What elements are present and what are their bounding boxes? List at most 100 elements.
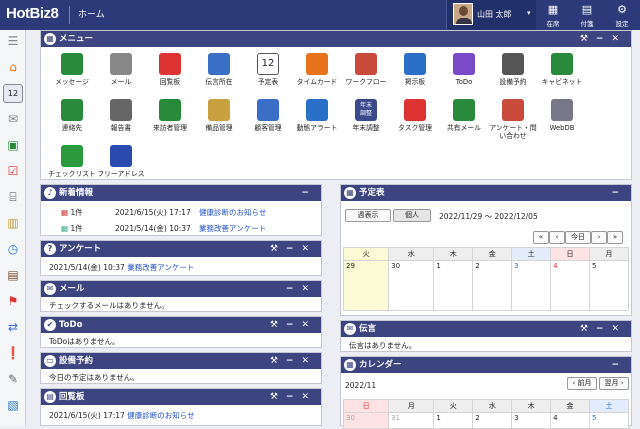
menu-item[interactable]: 掲示板 <box>388 53 442 86</box>
next-week-button[interactable]: » <box>607 231 623 244</box>
menu-item[interactable]: 伝言所在 <box>192 53 246 86</box>
breadcrumb-home[interactable]: ホーム <box>69 6 105 24</box>
panel-controls[interactable]: ⚒−✕ <box>580 321 627 337</box>
menu-item[interactable]: タイムカード <box>290 53 344 86</box>
board-icon <box>404 53 426 75</box>
calendar-day[interactable]: 30 <box>342 412 390 429</box>
survey-link[interactable]: 業務改善アンケート <box>127 263 194 272</box>
menu-item[interactable]: タスク管理 <box>388 99 442 132</box>
menu-panel: ▦ メニュー ⚒−✕ メッセージ メール 回覧板 伝言所在 12 予定表 タイムカード ワークフロ… <box>40 30 632 180</box>
menu-item[interactable]: メッセージ <box>45 53 99 86</box>
panel-controls[interactable]: ⚒−✕ <box>270 389 317 405</box>
menu-item[interactable]: 報告書 <box>94 99 148 132</box>
menu-item[interactable]: ToDo <box>437 53 491 86</box>
menu-item[interactable]: チェックリスト <box>45 145 99 178</box>
facility-panel-header: ▭ 設備予約 ⚒−✕ <box>41 353 321 369</box>
menu-item-label: 共有メール <box>447 124 481 132</box>
prev-week-button[interactable]: « <box>533 231 549 244</box>
calendar-day[interactable]: 1 <box>433 412 474 429</box>
whiteboard-icon[interactable]: ⌸ <box>3 188 23 207</box>
day-cell[interactable]: 3 <box>511 260 552 311</box>
circular-link[interactable]: 健康診断のお知らせ <box>127 411 194 420</box>
alert-icon[interactable]: ❗ <box>3 344 23 363</box>
flow-icon[interactable]: ⇄ <box>3 318 23 337</box>
calendar-title: カレンダー <box>359 360 402 370</box>
menu-item[interactable]: フリーアドレス <box>94 145 148 178</box>
checklist-icon[interactable]: ☑ <box>3 162 23 181</box>
menu-item[interactable]: メール <box>94 53 148 86</box>
prev-day-button[interactable]: ‹ <box>549 231 565 244</box>
panel-controls[interactable]: ⚒−✕ <box>270 241 317 257</box>
day-cell[interactable]: 1 <box>433 260 474 311</box>
minimize-icon[interactable]: − <box>301 185 317 201</box>
year-end-icon: 年末 調整 <box>355 99 377 121</box>
menu-item[interactable]: 設備予約 <box>486 53 540 86</box>
presence-button[interactable]: ▦ 在席 <box>536 0 570 30</box>
week-view-button[interactable]: 週表示 <box>345 209 391 222</box>
panel-controls[interactable]: ⚒−✕ <box>270 317 317 333</box>
user-menu[interactable]: 山田 太郎 ▾ <box>446 0 536 30</box>
board-icon[interactable]: ▣ <box>3 136 23 155</box>
sticky-note-button[interactable]: ▤ 付箋 <box>570 0 604 30</box>
folder-icon[interactable]: ▤ <box>3 266 23 285</box>
menu-item[interactable]: WebDB <box>535 99 589 132</box>
todo-panel: ✔ ToDo ⚒−✕ ToDoはありません。 <box>40 316 322 348</box>
hamburger-icon[interactable]: ☰ <box>3 32 23 51</box>
calendar-day[interactable]: 5 <box>589 412 629 429</box>
menu-title: メニュー <box>59 34 94 44</box>
flag-icon[interactable]: ⚑ <box>3 292 23 311</box>
settings-button[interactable]: ⚙ 設定 <box>605 0 639 30</box>
day-cell[interactable]: 29 <box>342 260 390 311</box>
dengon-title: 伝言 <box>359 324 377 334</box>
menu-item[interactable]: アンケート・問い合わせ <box>486 99 540 140</box>
report-icon[interactable]: ▧ <box>3 396 23 415</box>
calendar-day[interactable]: 4 <box>550 412 590 429</box>
weekday-header: 金 <box>472 247 513 261</box>
calendar-icon[interactable]: 12 <box>3 84 23 103</box>
menu-item[interactable]: ワークフロー <box>339 53 393 86</box>
home-icon[interactable]: ⌂ <box>3 58 23 77</box>
calendar-icon: ▦ <box>344 359 356 371</box>
menu-item[interactable]: 共有メール <box>437 99 491 132</box>
minimize-icon[interactable]: − <box>611 357 627 373</box>
news-link[interactable]: 健康診断のお知らせ <box>199 207 266 218</box>
panel-controls[interactable]: −✕ <box>286 281 317 297</box>
menu-item[interactable]: 顧客管理 <box>241 99 295 132</box>
menu-item[interactable]: 年末 調整 年末調整 <box>339 99 393 132</box>
day-cell[interactable]: 5 <box>589 260 629 311</box>
next-month-button[interactable]: 翌月 › <box>599 377 629 390</box>
prev-month-button[interactable]: ‹ 前月 <box>567 377 597 390</box>
menu-item[interactable]: 12 予定表 <box>241 53 295 86</box>
pen-icon[interactable]: ✎ <box>3 370 23 389</box>
clock-icon[interactable]: ◷ <box>3 240 23 259</box>
app-logo[interactable]: HotBiz8 <box>6 5 59 22</box>
calendar-day[interactable]: 31 <box>388 412 435 429</box>
schedule-panel-header: ▦ 予定表 − <box>341 185 631 201</box>
personal-button[interactable]: 個人 <box>393 209 431 222</box>
today-button[interactable]: 今日 <box>565 231 591 244</box>
menu-item[interactable]: キャビネット <box>535 53 589 86</box>
menu-item[interactable]: 来訪者管理 <box>143 99 197 132</box>
news-link[interactable]: 業務改善アンケート <box>199 223 266 234</box>
menu-item[interactable]: 動態アラート <box>290 99 344 132</box>
menu-item[interactable]: 回覧板 <box>143 53 197 86</box>
menu-item[interactable]: 備品管理 <box>192 99 246 132</box>
calendar-day[interactable]: 2 <box>472 412 513 429</box>
panel-controls[interactable]: ⚒−✕ <box>270 353 317 369</box>
calendar-day[interactable]: 3 <box>511 412 552 429</box>
weekday-header: 水 <box>388 247 435 261</box>
checklist-icon <box>61 145 83 167</box>
next-day-button[interactable]: › <box>591 231 607 244</box>
minimize-icon[interactable]: − <box>611 185 627 201</box>
day-cell[interactable]: 30 <box>388 260 435 311</box>
menu-item[interactable]: 連絡先 <box>45 99 99 132</box>
cabinet-icon[interactable]: ▥ <box>3 214 23 233</box>
envelope-icon[interactable]: ✉ <box>3 110 23 129</box>
menu-item-label: 備品管理 <box>205 124 233 132</box>
news-title: 新着情報 <box>59 188 94 198</box>
panel-controls[interactable]: ⚒−✕ <box>580 31 627 47</box>
day-cell[interactable]: 2 <box>472 260 513 311</box>
day-cell[interactable]: 4 <box>550 260 590 311</box>
weekday-header: 木 <box>511 399 552 413</box>
menu-item-label: フリーアドレス <box>97 170 145 178</box>
